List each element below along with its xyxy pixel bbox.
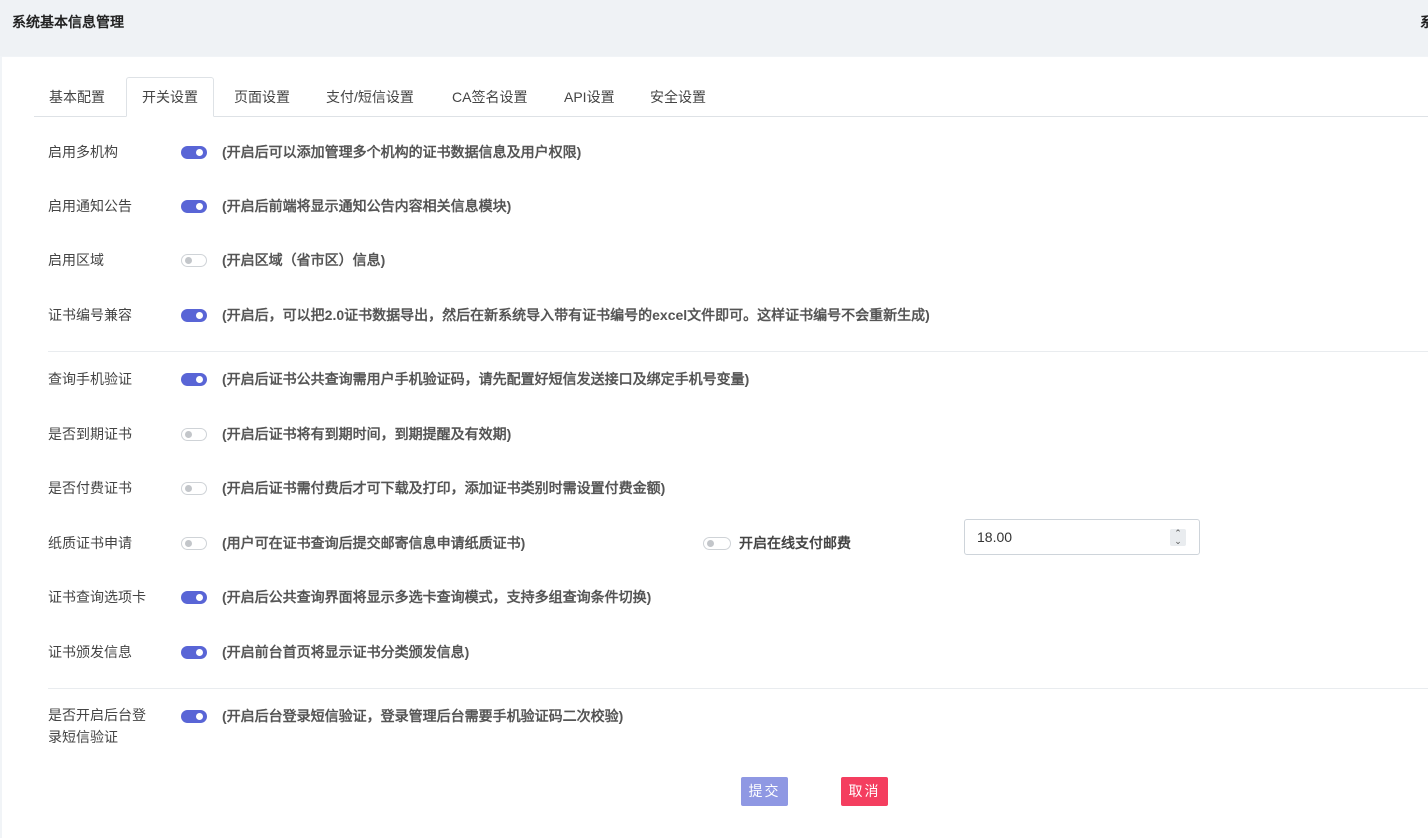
setting-label: 是否开启后台登录短信验证 bbox=[48, 707, 146, 745]
setting-row-region: 启用区域 (开启区域（省市区）信息) bbox=[48, 248, 1428, 272]
setting-row-notice: 启用通知公告 (开启后前端将显示通知公告内容相关信息模块) bbox=[48, 194, 1428, 218]
setting-label: 证书编号兼容 bbox=[48, 307, 132, 323]
switch-knob bbox=[185, 431, 192, 438]
setting-label: 查询手机验证 bbox=[48, 371, 132, 387]
page-title: 系统基本信息管理 bbox=[12, 14, 124, 30]
setting-row-query-tabs: 证书查询选项卡 (开启后公共查询界面将显示多选卡查询模式，支持多组查询条件切换) bbox=[48, 585, 1428, 609]
setting-description: (开启后可以添加管理多个机构的证书数据信息及用户权限) bbox=[222, 144, 582, 160]
switch-knob bbox=[196, 203, 203, 210]
settings-card: 基本配置 开关设置 页面设置 支付/短信设置 CA签名设置 API设置 安全设置… bbox=[2, 57, 1428, 838]
setting-description: (开启后前端将显示通知公告内容相关信息模块) bbox=[222, 198, 512, 214]
switch-knob bbox=[185, 257, 192, 264]
tab-switch-settings[interactable]: 开关设置 bbox=[126, 77, 214, 117]
postage-amount-value: 18.00 bbox=[977, 529, 1013, 545]
setting-label: 是否付费证书 bbox=[48, 480, 132, 496]
number-spinner-icon[interactable]: ⌃ ⌄ bbox=[1170, 529, 1186, 546]
setting-description: (开启后公共查询界面将显示多选卡查询模式，支持多组查询条件切换) bbox=[222, 589, 652, 605]
setting-description: (开启后证书将有到期时间，到期提醒及有效期) bbox=[222, 426, 512, 442]
setting-row-paid-cert: 是否付费证书 (开启后证书需付费后才可下载及打印，添加证书类别时需设置付费金额) bbox=[48, 476, 1428, 500]
setting-row-multi-org: 启用多机构 (开启后可以添加管理多个机构的证书数据信息及用户权限) bbox=[48, 140, 1428, 164]
setting-label: 是否到期证书 bbox=[48, 426, 132, 442]
setting-row-phone-verify: 查询手机验证 (开启后证书公共查询需用户手机验证码，请先配置好短信发送接口及绑定… bbox=[48, 367, 1428, 391]
tab-ca-signature-settings[interactable]: CA签名设置 bbox=[437, 77, 542, 115]
switch-knob bbox=[185, 540, 192, 547]
section-divider bbox=[48, 351, 1428, 352]
setting-description: (开启后，可以把2.0证书数据导出，然后在新系统导入带有证书编号的excel文件… bbox=[222, 307, 930, 323]
switch-knob bbox=[196, 713, 203, 720]
toggle-switch[interactable] bbox=[181, 428, 207, 441]
cancel-button[interactable]: 取消 bbox=[841, 777, 888, 806]
switch-knob bbox=[196, 594, 203, 601]
toggle-switch[interactable] bbox=[181, 591, 207, 604]
switch-knob bbox=[707, 540, 714, 547]
switch-knob bbox=[185, 485, 192, 492]
setting-label: 纸质证书申请 bbox=[48, 535, 132, 551]
top-bar: 系统基本信息管理 系 bbox=[0, 0, 1428, 56]
setting-description: (开启前台首页将显示证书分类颁发信息) bbox=[222, 644, 470, 660]
setting-description: (开启后台登录短信验证，登录管理后台需要手机验证码二次校验) bbox=[222, 708, 624, 724]
setting-row-paper-cert: 纸质证书申请 (用户可在证书查询后提交邮寄信息申请纸质证书) 开启在线支付邮费 … bbox=[48, 519, 1428, 555]
toggle-switch[interactable] bbox=[181, 146, 207, 159]
tab-api-settings[interactable]: API设置 bbox=[549, 77, 630, 115]
toggle-switch[interactable] bbox=[181, 482, 207, 495]
setting-description: (开启后证书公共查询需用户手机验证码，请先配置好短信发送接口及绑定手机号变量) bbox=[222, 371, 750, 387]
switch-knob bbox=[196, 376, 203, 383]
header-edge-text: 系 bbox=[1420, 14, 1428, 30]
postage-label: 开启在线支付邮费 bbox=[739, 535, 851, 551]
toggle-switch[interactable] bbox=[181, 200, 207, 213]
setting-label: 启用通知公告 bbox=[48, 198, 132, 214]
toggle-switch[interactable] bbox=[181, 710, 207, 723]
section-divider bbox=[48, 688, 1428, 689]
setting-label: 启用区域 bbox=[48, 252, 104, 268]
setting-label: 证书查询选项卡 bbox=[48, 589, 146, 605]
setting-row-expiry: 是否到期证书 (开启后证书将有到期时间，到期提醒及有效期) bbox=[48, 422, 1428, 446]
submit-button[interactable]: 提交 bbox=[741, 777, 788, 806]
setting-label: 启用多机构 bbox=[48, 144, 118, 160]
toggle-switch[interactable] bbox=[181, 254, 207, 267]
setting-description: (用户可在证书查询后提交邮寄信息申请纸质证书) bbox=[222, 535, 526, 551]
toggle-switch[interactable] bbox=[181, 309, 207, 322]
toggle-switch[interactable] bbox=[181, 373, 207, 386]
postage-toggle-switch[interactable] bbox=[703, 537, 731, 550]
toggle-switch[interactable] bbox=[181, 646, 207, 659]
setting-row-admin-sms-login: 是否开启后台登录短信验证 (开启后台登录短信验证，登录管理后台需要手机验证码二次… bbox=[48, 704, 1428, 748]
setting-description: (开启后证书需付费后才可下载及打印，添加证书类别时需设置付费金额) bbox=[222, 480, 666, 496]
setting-row-cert-number-compat: 证书编号兼容 (开启后，可以把2.0证书数据导出，然后在新系统导入带有证书编号的… bbox=[48, 303, 1428, 327]
switch-knob bbox=[196, 149, 203, 156]
setting-label: 证书颁发信息 bbox=[48, 644, 132, 660]
postage-amount-input[interactable]: 18.00 ⌃ ⌄ bbox=[964, 519, 1200, 555]
tab-security-settings[interactable]: 安全设置 bbox=[635, 77, 721, 115]
tab-basic-config[interactable]: 基本配置 bbox=[34, 77, 120, 115]
setting-description: (开启区域（省市区）信息) bbox=[222, 252, 386, 268]
tab-page-settings[interactable]: 页面设置 bbox=[219, 77, 305, 115]
switch-knob bbox=[196, 649, 203, 656]
tab-bar: 基本配置 开关设置 页面设置 支付/短信设置 CA签名设置 API设置 安全设置 bbox=[34, 77, 1428, 117]
toggle-switch[interactable] bbox=[181, 537, 207, 550]
setting-row-issue-info: 证书颁发信息 (开启前台首页将显示证书分类颁发信息) bbox=[48, 640, 1428, 664]
tab-payment-sms-settings[interactable]: 支付/短信设置 bbox=[311, 77, 429, 115]
switch-knob bbox=[196, 312, 203, 319]
